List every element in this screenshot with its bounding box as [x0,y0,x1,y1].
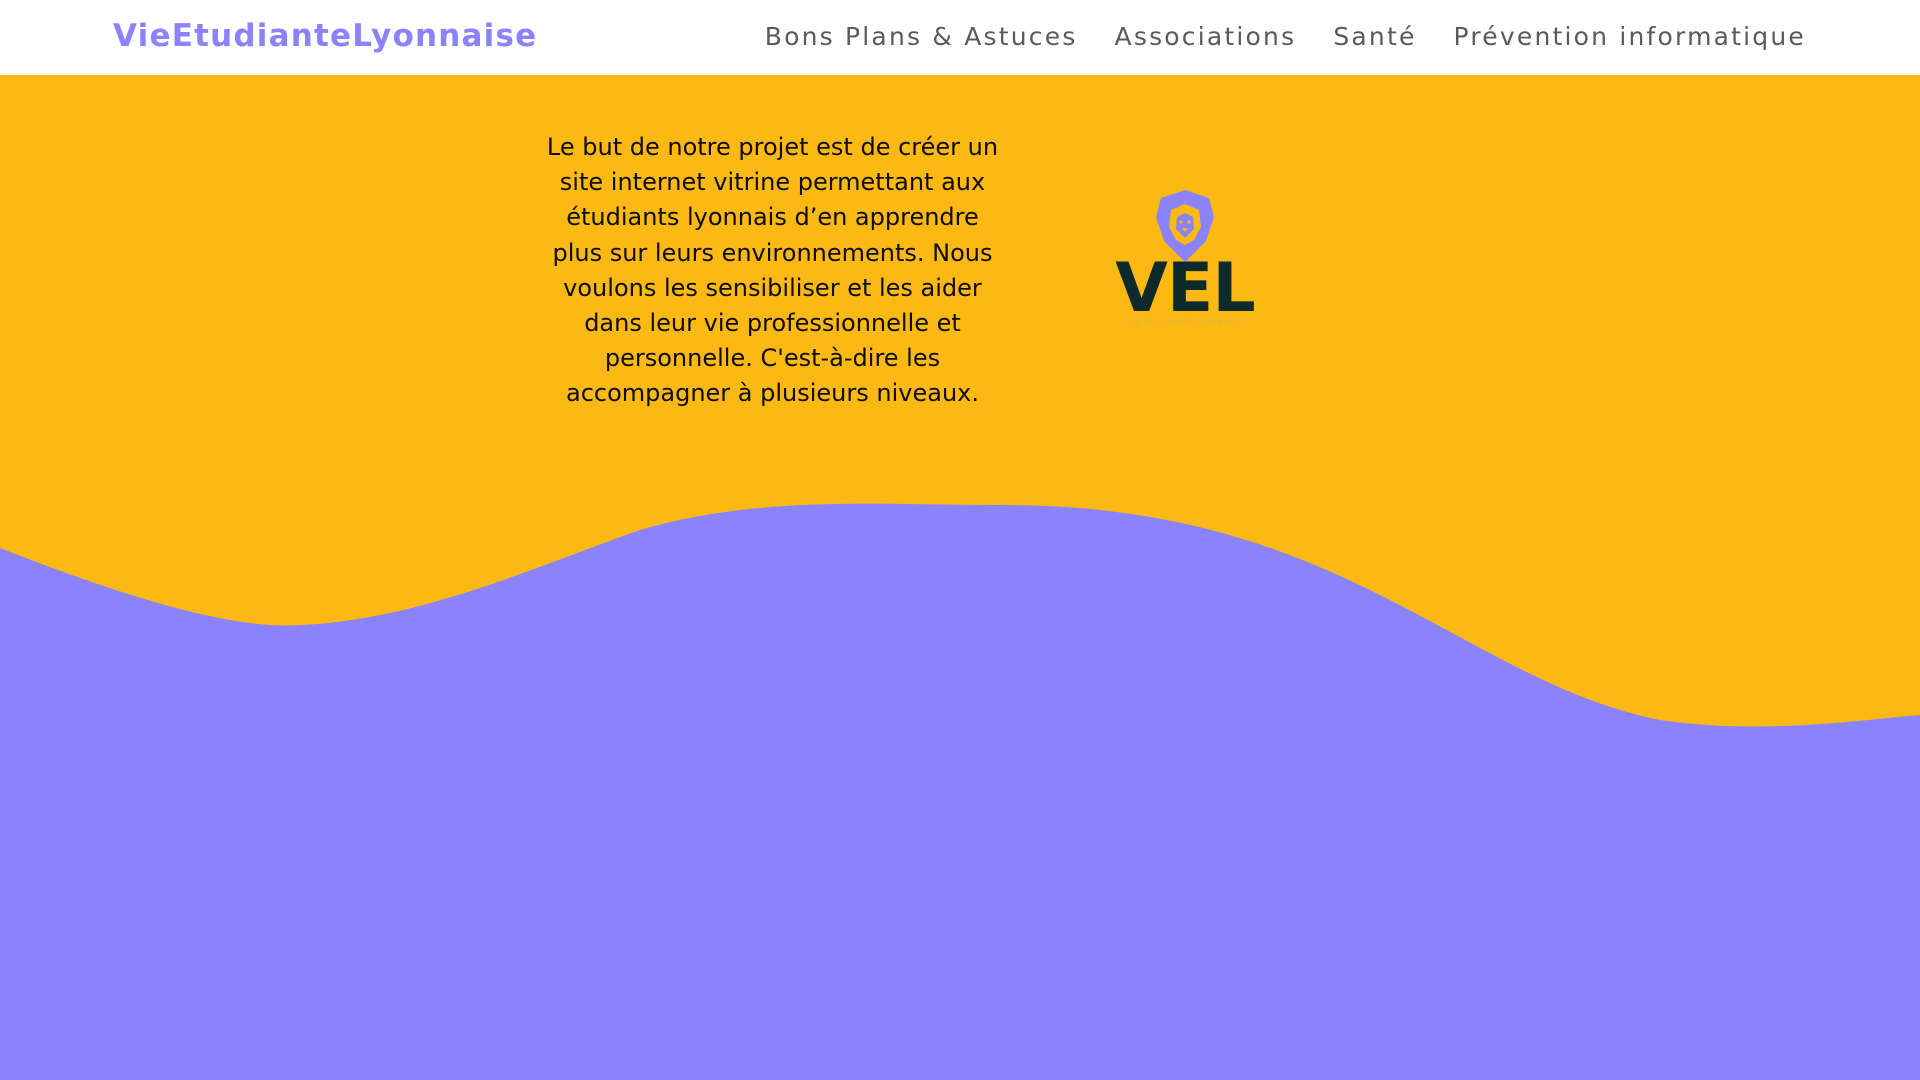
nav-link-bons-plans[interactable]: Bons Plans & Astuces [765,22,1078,51]
logo-wordmark: VEL [1115,249,1255,328]
hero-section: Le but de notre projet est de créer un s… [0,75,1920,1080]
nav-link-associations[interactable]: Associations [1115,22,1297,51]
intro-text: Le but de notre projet est de créer un s… [546,133,999,408]
brand-link[interactable]: VieEtudianteLyonnaise [113,18,537,54]
navbar: VieEtudianteLyonnaise Bons Plans & Astuc… [0,0,1920,75]
nav-item: Associations [1115,22,1297,51]
nav-link-prevention[interactable]: Prévention informatique [1454,22,1806,51]
nav-item: Prévention informatique [1454,22,1806,51]
nav-link-sante[interactable]: Santé [1333,22,1416,51]
nav-item: Santé [1333,22,1416,51]
nav-links: Bons Plans & Astuces Associations Santé … [765,22,1806,51]
nav-item: Bons Plans & Astuces [765,22,1078,51]
logo-tagline: VIE ETUDIANTE LYONNAISE [1126,318,1244,326]
vel-logo: VEL VIE ETUDIANTE LYONNAISE [1100,185,1270,328]
